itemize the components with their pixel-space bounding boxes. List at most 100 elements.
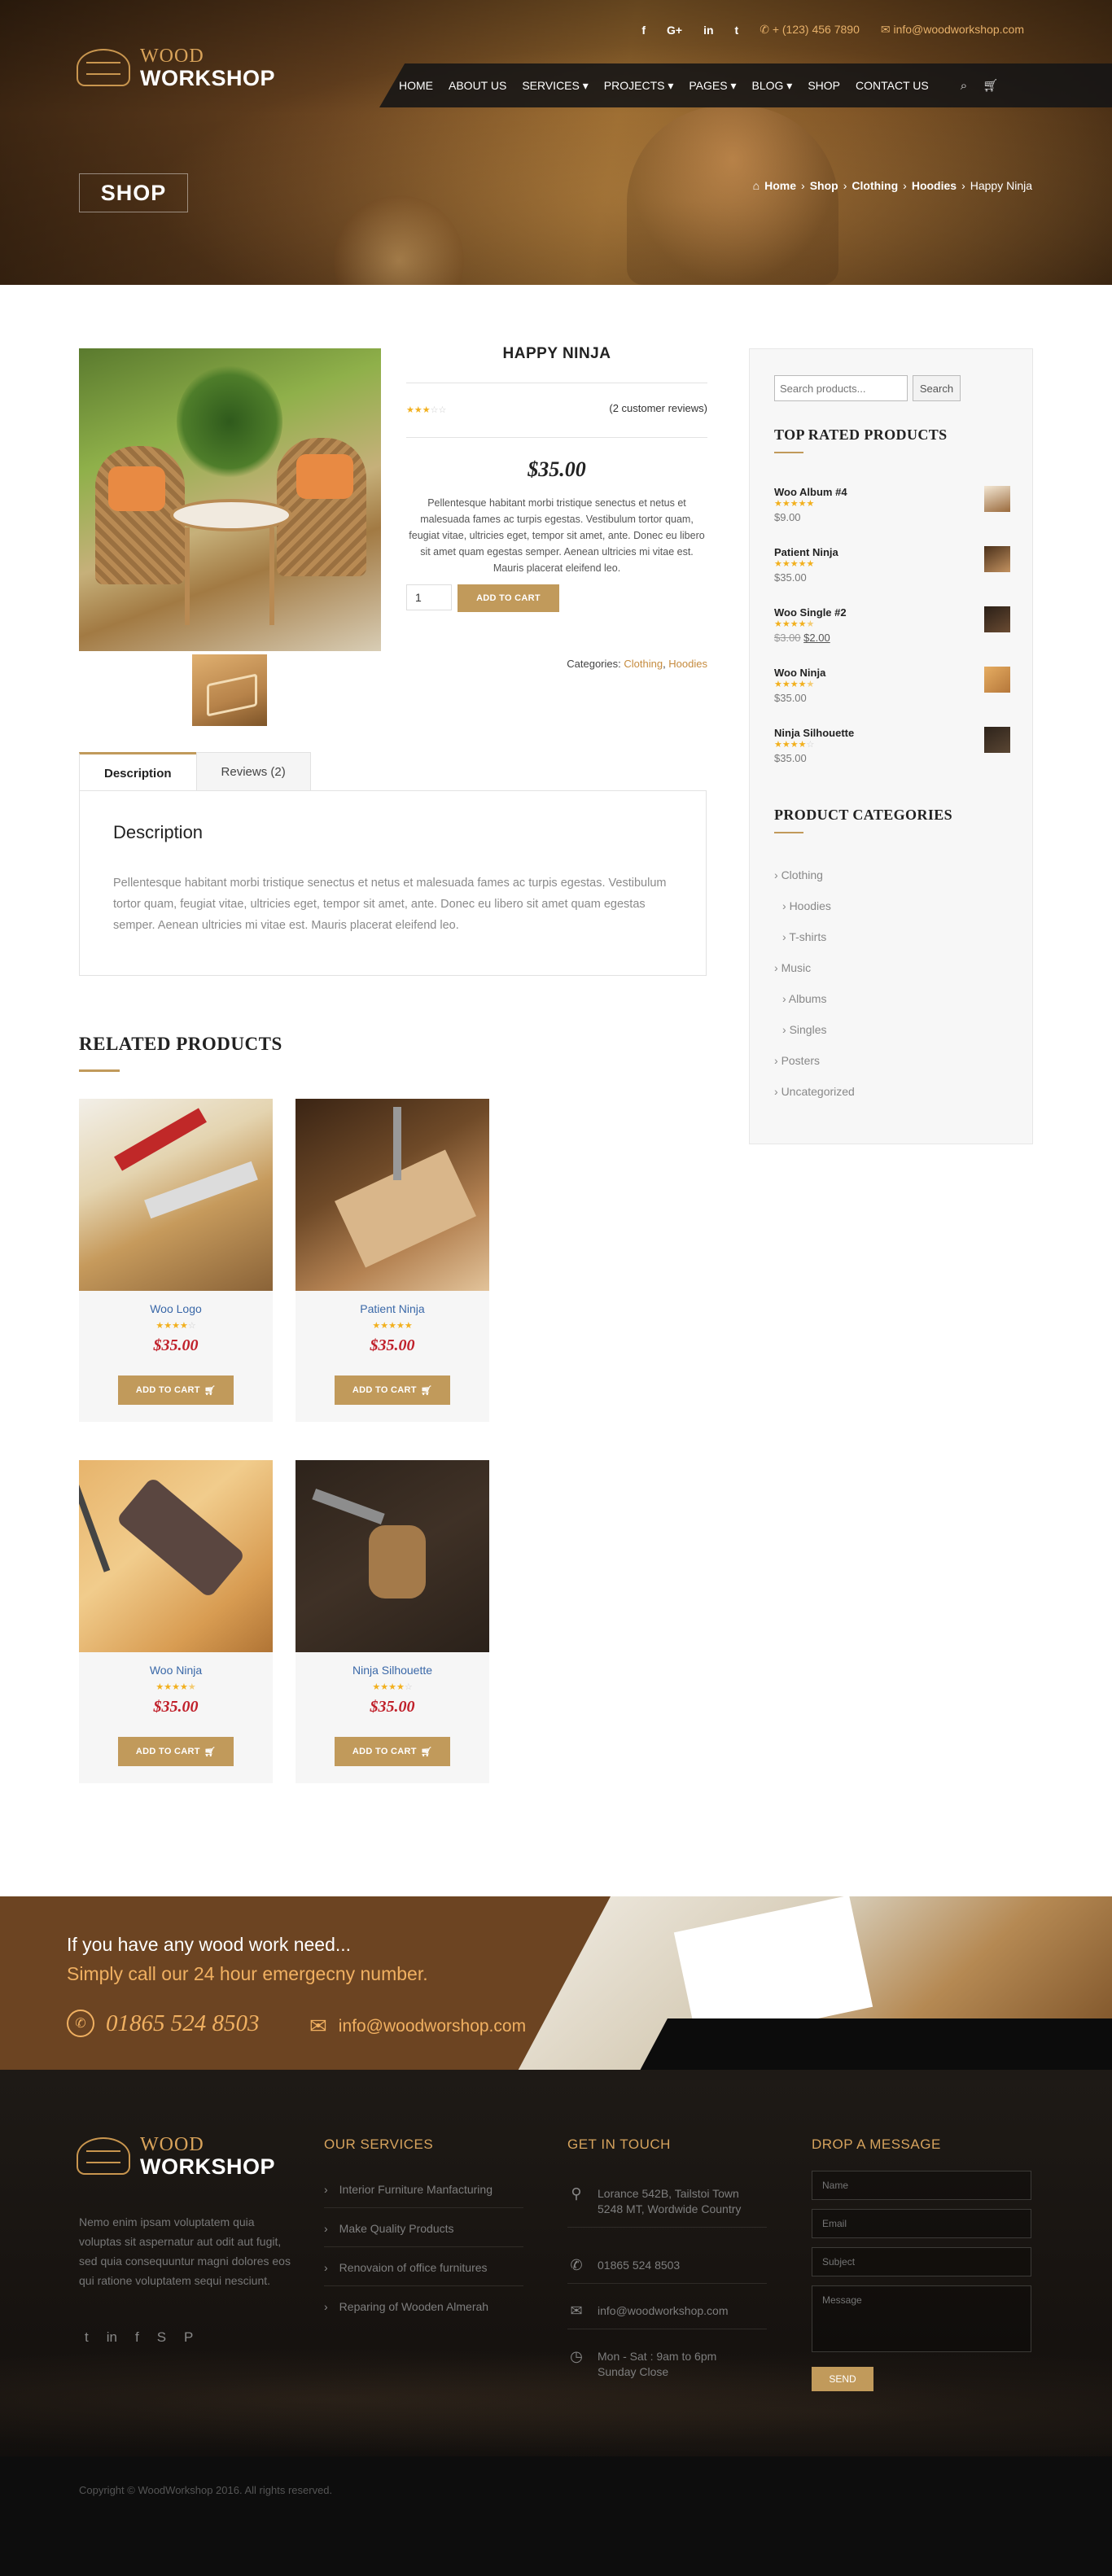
- category-item[interactable]: › T-shirts: [782, 930, 826, 943]
- email-field[interactable]: [812, 2209, 1031, 2238]
- message-field[interactable]: [812, 2285, 1031, 2352]
- category-link-hoodies[interactable]: Hoodies: [668, 658, 707, 670]
- category-item[interactable]: › Music: [774, 961, 811, 974]
- cta-phone[interactable]: ✆ 01865 524 8503: [67, 2010, 260, 2037]
- add-to-cart-button[interactable]: ADD TO CART 🛒︎: [335, 1375, 450, 1405]
- top-rated-name[interactable]: Woo Album #4: [774, 486, 1010, 498]
- category-item[interactable]: › Hoodies: [782, 899, 831, 912]
- category-item[interactable]: › Clothing: [774, 868, 823, 881]
- footer-about-text: Nemo enim ipsam voluptatem quia voluptas…: [79, 2215, 291, 2287]
- add-to-cart-button[interactable]: ADD TO CART 🛒︎: [118, 1737, 234, 1766]
- nav-home[interactable]: HOME: [399, 79, 433, 92]
- service-link[interactable]: › Interior Furniture Manfacturing: [324, 2183, 523, 2208]
- breadcrumb-hoodies[interactable]: Hoodies: [912, 179, 957, 192]
- related-product-price: $35.00: [153, 1336, 199, 1354]
- cart-icon[interactable]: 🛒︎: [983, 78, 998, 93]
- star-icon: ★: [790, 680, 799, 689]
- star-icon: ★: [774, 499, 782, 509]
- service-link[interactable]: › Make Quality Products: [324, 2222, 523, 2247]
- search-input[interactable]: [774, 375, 908, 401]
- name-field[interactable]: [812, 2171, 1031, 2200]
- pinterest-icon[interactable]: P: [184, 2329, 193, 2346]
- add-to-cart-button[interactable]: ADD TO CART 🛒︎: [335, 1737, 450, 1766]
- site-logo[interactable]: WOOD WORKSHOP: [77, 46, 275, 90]
- nav-services[interactable]: SERVICES ▾: [522, 79, 588, 93]
- service-link[interactable]: › Renovaion of office furnitures: [324, 2261, 523, 2286]
- related-product-name[interactable]: Ninja Silhouette: [296, 1664, 489, 1677]
- cart-icon: 🛒︎: [204, 1385, 217, 1396]
- star-icon: ★: [406, 405, 414, 415]
- product-main-image[interactable]: [79, 348, 381, 651]
- top-rated-thumbnail[interactable]: [984, 667, 1010, 693]
- related-product-image[interactable]: [296, 1099, 489, 1291]
- skype-icon[interactable]: S: [157, 2329, 166, 2346]
- twitter-icon[interactable]: t: [85, 2329, 89, 2346]
- topbar-email[interactable]: ✉ info@woodworkshop.com: [881, 23, 1024, 37]
- service-link[interactable]: › Reparing of Wooden Almerah: [324, 2300, 523, 2325]
- star-icon: ☆: [806, 740, 815, 750]
- category-item[interactable]: › Albums: [782, 992, 826, 1005]
- quantity-input[interactable]: [406, 584, 452, 610]
- top-rated-thumbnail[interactable]: [984, 486, 1010, 512]
- category-item[interactable]: › Singles: [782, 1023, 826, 1036]
- image-saw-blade: [144, 1161, 258, 1219]
- nav-shop[interactable]: SHOP: [808, 79, 840, 92]
- linkedin-icon[interactable]: in: [107, 2329, 117, 2346]
- breadcrumb: ⌂ Home › Shop › Clothing › Hoodies › Happy N…: [753, 179, 1032, 192]
- image-table-legs: [185, 527, 274, 625]
- related-product-image[interactable]: [79, 1099, 273, 1291]
- search-button[interactable]: Search: [913, 375, 961, 401]
- linkedin-icon[interactable]: in: [703, 24, 713, 37]
- add-to-cart-button[interactable]: ADD TO CART 🛒︎: [118, 1375, 234, 1405]
- related-product-image[interactable]: [296, 1460, 489, 1652]
- related-product-name[interactable]: Woo Ninja: [79, 1664, 273, 1677]
- star-icon: ★: [790, 499, 799, 509]
- footer-logo[interactable]: WOOD WORKSHOP: [77, 2134, 275, 2178]
- send-button[interactable]: SEND: [812, 2367, 873, 2391]
- star-icon: ★: [422, 405, 431, 415]
- add-to-cart-button[interactable]: ADD TO CART: [457, 584, 559, 612]
- related-product-card: Woo Ninja ★★★★★ $35.00 ADD TO CART 🛒︎: [79, 1460, 273, 1783]
- top-rated-name[interactable]: Woo Ninja: [774, 667, 1010, 679]
- related-product-name[interactable]: Patient Ninja: [296, 1302, 489, 1315]
- facebook-icon[interactable]: f: [641, 24, 646, 37]
- subject-field[interactable]: [812, 2247, 1031, 2276]
- tab-reviews[interactable]: Reviews (2): [195, 752, 311, 791]
- star-icon: ★: [388, 1321, 396, 1331]
- category-item[interactable]: › Uncategorized: [774, 1085, 855, 1098]
- breadcrumb-shop[interactable]: Shop: [810, 179, 838, 192]
- top-rated-thumbnail[interactable]: [984, 727, 1010, 753]
- top-rated-thumbnail[interactable]: [984, 546, 1010, 572]
- breadcrumb-current: Happy Ninja: [970, 179, 1032, 192]
- nav-blog[interactable]: BLOG ▾: [752, 79, 793, 93]
- product-thumbnail[interactable]: [192, 654, 267, 726]
- nav-projects[interactable]: PROJECTS ▾: [604, 79, 674, 93]
- cta-email[interactable]: ✉ info@woodworshop.com: [309, 2014, 526, 2039]
- breadcrumb-home[interactable]: Home: [764, 179, 796, 192]
- search-icon[interactable]: ⌕: [961, 79, 967, 93]
- contact-email[interactable]: ✉ info@woodworkshop.com: [567, 2303, 767, 2329]
- twitter-icon[interactable]: t: [735, 24, 739, 37]
- top-rated-name[interactable]: Patient Ninja: [774, 546, 1010, 558]
- image-wood-block: [335, 1149, 476, 1268]
- top-rated-name[interactable]: Woo Single #2: [774, 606, 1010, 619]
- star-icon: ★: [798, 740, 807, 750]
- google-plus-icon[interactable]: G+: [667, 24, 682, 37]
- nav-pages[interactable]: PAGES ▾: [689, 79, 736, 93]
- product-review-count[interactable]: (2 customer reviews): [505, 402, 707, 414]
- footer-texture: [0, 2338, 1112, 2460]
- breadcrumb-clothing[interactable]: Clothing: [852, 179, 898, 192]
- top-rated-name[interactable]: Ninja Silhouette: [774, 727, 1010, 739]
- nav-contact-us[interactable]: CONTACT US: [856, 79, 929, 92]
- topbar-phone[interactable]: ✆ + (123) 456 7890: [760, 23, 860, 37]
- related-product-name[interactable]: Woo Logo: [79, 1302, 273, 1315]
- top-rated-thumbnail[interactable]: [984, 606, 1010, 632]
- category-item[interactable]: › Posters: [774, 1054, 820, 1067]
- facebook-icon[interactable]: f: [135, 2329, 139, 2346]
- nav-about-us[interactable]: ABOUT US: [449, 79, 506, 92]
- related-product-image[interactable]: [79, 1460, 273, 1652]
- logo-text: WOOD WORKSHOP: [140, 46, 275, 90]
- category-link-clothing[interactable]: Clothing: [624, 658, 663, 670]
- tab-description[interactable]: Description: [79, 752, 197, 792]
- contact-phone[interactable]: ✆ 01865 524 8503: [567, 2258, 767, 2284]
